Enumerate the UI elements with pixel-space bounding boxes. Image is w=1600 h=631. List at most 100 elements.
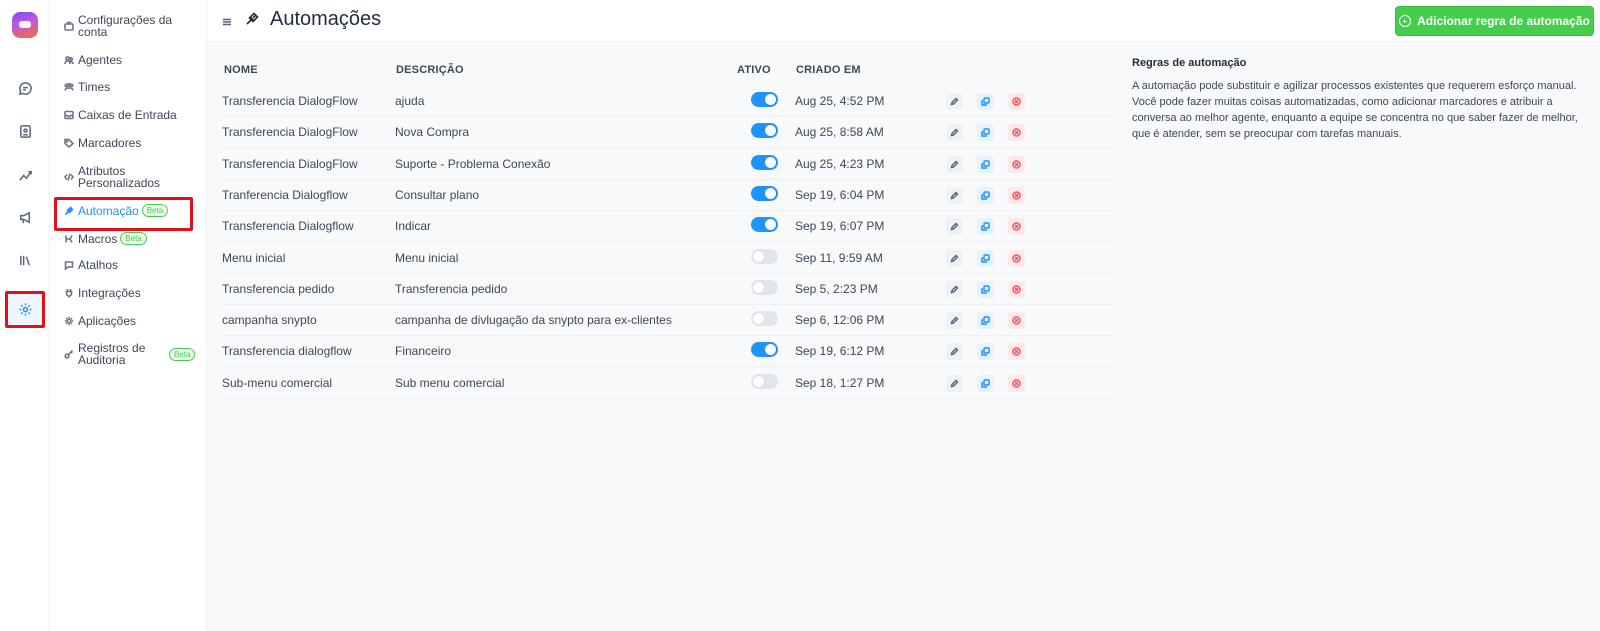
- contacts-icon[interactable]: [13, 119, 37, 143]
- created-at: Sep 11, 9:59 AM: [795, 250, 883, 265]
- macro-icon: [63, 233, 74, 244]
- close-circle-icon: [1012, 347, 1021, 357]
- sidebar-item-inboxes[interactable]: Caixas de Entrada: [63, 109, 203, 121]
- edit-button[interactable]: [946, 124, 963, 142]
- edit-button[interactable]: [946, 374, 963, 392]
- chat-shortcut-icon: [63, 260, 74, 271]
- copy-icon: [981, 97, 990, 106]
- edit-button[interactable]: [946, 186, 963, 204]
- delete-button[interactable]: [1008, 186, 1025, 204]
- clone-button[interactable]: [977, 249, 994, 267]
- sidebar-item-applications[interactable]: Aplicações: [63, 315, 203, 327]
- edit-button[interactable]: [946, 343, 963, 361]
- close-circle-icon: [1012, 378, 1021, 388]
- sidebar-item-audit-logs[interactable]: Registros de Auditoria Beta: [63, 342, 203, 366]
- clone-button[interactable]: [977, 218, 994, 236]
- clone-button[interactable]: [977, 93, 994, 110]
- clone-button[interactable]: [977, 343, 994, 361]
- created-at: Aug 25, 4:23 PM: [795, 156, 885, 171]
- clone-button[interactable]: [977, 312, 994, 330]
- automation-name: Transferencia DialogFlow: [222, 156, 358, 171]
- clone-button[interactable]: [977, 124, 994, 142]
- active-toggle[interactable]: [751, 185, 778, 201]
- settings-icon[interactable]: [13, 297, 37, 321]
- created-at: Sep 19, 6:07 PM: [795, 219, 885, 234]
- sidebar-item-shortcuts[interactable]: Atalhos: [63, 259, 203, 271]
- automation-icon: [245, 12, 259, 26]
- automation-description: Consultar plano: [395, 187, 480, 202]
- delete-button[interactable]: [1008, 343, 1025, 361]
- created-at: Sep 6, 12:06 PM: [795, 313, 885, 328]
- clone-button[interactable]: [977, 280, 994, 298]
- clone-button[interactable]: [977, 374, 994, 392]
- add-automation-rule-button[interactable]: Adicionar regra de automação: [1395, 6, 1594, 36]
- add-circle-icon: [1399, 15, 1412, 27]
- sidebar-item-teams[interactable]: Times: [63, 81, 203, 93]
- edit-button[interactable]: [946, 312, 963, 330]
- close-circle-icon: [1012, 97, 1021, 106]
- active-toggle[interactable]: [751, 279, 778, 295]
- created-at: Sep 5, 2:23 PM: [795, 281, 878, 296]
- delete-button[interactable]: [1008, 280, 1025, 298]
- edit-button[interactable]: [946, 280, 963, 298]
- active-toggle[interactable]: [751, 123, 778, 139]
- campaigns-icon[interactable]: [13, 205, 37, 229]
- delete-button[interactable]: [1008, 93, 1025, 110]
- app-logo[interactable]: [12, 12, 38, 38]
- active-toggle[interactable]: [751, 154, 778, 170]
- pencil-icon: [950, 222, 959, 231]
- pencil-icon: [950, 191, 959, 200]
- sidebar-item-agents[interactable]: Agentes: [63, 54, 203, 66]
- delete-button[interactable]: [1008, 155, 1025, 173]
- automation-name: Transferencia pedido: [222, 281, 335, 296]
- active-toggle[interactable]: [751, 217, 778, 233]
- menu-icon[interactable]: [222, 14, 232, 26]
- pencil-icon: [950, 128, 959, 137]
- sidebar-item-integrations[interactable]: Integrações: [63, 287, 203, 299]
- automation-description: Indicar: [395, 219, 432, 234]
- sidebar-item-macros[interactable]: Macros Beta: [63, 232, 203, 245]
- sidebar-item-labels[interactable]: Marcadores: [63, 137, 203, 149]
- column-header-description: DESCRIÇÃO: [396, 64, 464, 76]
- active-toggle[interactable]: [751, 92, 778, 107]
- automation-name: Menu inicial: [222, 250, 286, 265]
- edit-button[interactable]: [946, 93, 963, 110]
- delete-button[interactable]: [1008, 124, 1025, 142]
- sidebar-item-account-settings[interactable]: Configurações da conta: [63, 14, 203, 38]
- inbox-icon: [63, 110, 74, 121]
- delete-button[interactable]: [1008, 218, 1025, 236]
- copy-icon: [981, 378, 990, 388]
- add-button-label: Adicionar regra de automação: [1417, 14, 1590, 28]
- edit-button[interactable]: [946, 218, 963, 236]
- code-icon: [63, 172, 74, 183]
- library-icon[interactable]: [13, 248, 37, 272]
- copy-icon: [981, 253, 990, 263]
- edit-button[interactable]: [946, 249, 963, 267]
- edit-button[interactable]: [946, 155, 963, 173]
- delete-button[interactable]: [1008, 312, 1025, 330]
- conversations-icon[interactable]: [13, 76, 37, 100]
- automation-name: Transferencia Dialogflow: [222, 219, 354, 234]
- beta-badge: Beta: [169, 347, 196, 361]
- active-toggle[interactable]: [751, 248, 778, 264]
- pencil-icon: [950, 347, 959, 356]
- automation-highlight-box: [54, 197, 193, 231]
- automation-description: Sub menu comercial: [395, 375, 505, 390]
- delete-button[interactable]: [1008, 374, 1025, 392]
- clone-button[interactable]: [977, 155, 994, 173]
- sidebar-item-custom-attributes[interactable]: Atributos Personalizados: [63, 165, 203, 189]
- table-row: Transferencia pedido Transferencia pedido…: [222, 273, 1118, 305]
- reports-icon[interactable]: [13, 162, 37, 186]
- column-header-name: NOME: [224, 64, 258, 76]
- clone-button[interactable]: [977, 186, 994, 204]
- copy-icon: [981, 222, 990, 231]
- icon-rail: [0, 0, 50, 631]
- active-toggle[interactable]: [751, 311, 778, 327]
- active-toggle[interactable]: [751, 373, 778, 389]
- pencil-icon: [950, 160, 959, 169]
- delete-button[interactable]: [1008, 249, 1025, 267]
- copy-icon: [981, 191, 990, 200]
- active-toggle[interactable]: [751, 342, 778, 358]
- automation-name: Sub-menu comercial: [222, 375, 333, 390]
- settings-sidebar: Configurações da conta Agentes Times Cai…: [50, 0, 207, 631]
